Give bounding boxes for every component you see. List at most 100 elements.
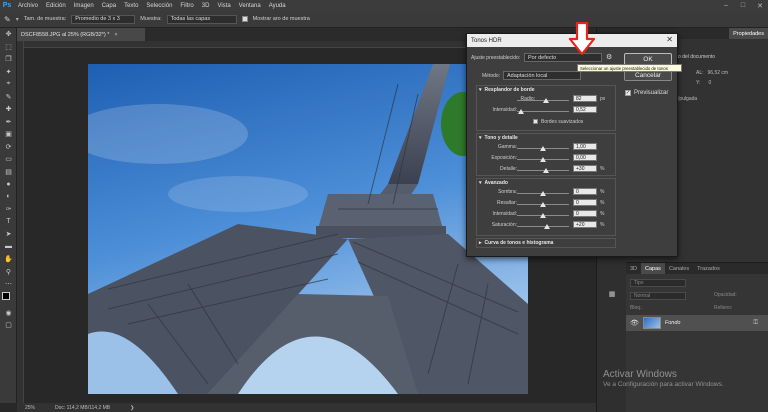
strength-input[interactable]: 0,52 bbox=[573, 106, 597, 113]
layer-filter-input[interactable]: Tipo bbox=[630, 279, 686, 287]
blend-mode-select[interactable]: Normal bbox=[630, 292, 686, 300]
highlight-label-text: Resaltar: bbox=[496, 200, 517, 206]
highlight-input[interactable]: 0 bbox=[573, 199, 597, 206]
lasso-tool-icon[interactable]: ❐ bbox=[0, 53, 17, 66]
detail-input[interactable]: +30 bbox=[573, 165, 597, 172]
dodge-tool-icon[interactable]: ◐ bbox=[0, 191, 17, 204]
saturation-slider-knob[interactable] bbox=[544, 224, 551, 229]
strength-slider-knob[interactable] bbox=[518, 109, 525, 114]
menu-capa[interactable]: Capa bbox=[98, 3, 120, 9]
show-ring-label: Mostrar aro de muestra bbox=[252, 16, 310, 22]
screen-mode-icon[interactable]: ▢ bbox=[0, 319, 17, 332]
menu-ventana[interactable]: Ventana bbox=[235, 3, 265, 9]
tool-preset-dropdown[interactable]: ▾ bbox=[16, 16, 19, 23]
maximize-icon[interactable]: □ bbox=[735, 0, 751, 11]
vibrance-label-text: Intensidad: bbox=[492, 211, 517, 217]
method-select[interactable]: Adaptación local bbox=[503, 71, 581, 80]
eyedropper-tool-icon[interactable]: ✎ bbox=[4, 15, 11, 24]
detail-unit: % bbox=[600, 166, 605, 172]
foreground-color-swatch[interactable] bbox=[2, 291, 10, 300]
photoshop-logo: Ps bbox=[2, 2, 12, 9]
radius-slider-knob[interactable] bbox=[542, 98, 549, 103]
exposure-slider-knob[interactable] bbox=[540, 157, 546, 162]
detail-label-text: Detalle: bbox=[500, 166, 517, 172]
strength-slider[interactable] bbox=[517, 111, 569, 112]
dialog-close-icon[interactable]: ✕ bbox=[666, 35, 673, 44]
saturation-slider[interactable] bbox=[517, 226, 569, 227]
vibrance-input[interactable]: 0 bbox=[573, 210, 597, 217]
tone-detail-header[interactable]: ▾ Tono y detalle bbox=[479, 135, 518, 141]
curve-header[interactable]: ▸ Curva de tonos e histograma bbox=[479, 240, 553, 246]
zoom-level[interactable]: 25% bbox=[25, 405, 35, 411]
tab-properties[interactable]: Propiedades bbox=[729, 28, 768, 39]
tab-3d[interactable]: 3D bbox=[626, 263, 641, 274]
layer-row-background[interactable]: 👁 Fondo ⚿ bbox=[626, 315, 768, 331]
radius-input[interactable]: 82 bbox=[573, 95, 597, 102]
preview-checkbox[interactable]: ✓ bbox=[625, 90, 631, 96]
stamp-tool-icon[interactable]: ▣ bbox=[0, 128, 17, 141]
exposure-label-text: Exposición: bbox=[491, 155, 517, 161]
advanced-header[interactable]: ▾ Avanzado bbox=[479, 180, 508, 186]
menu-filtro[interactable]: Filtro bbox=[176, 3, 197, 9]
marquee-tool-icon[interactable]: ⬚ bbox=[0, 41, 17, 54]
highlight-slider-knob[interactable] bbox=[540, 202, 546, 207]
zoom-tool-icon[interactable]: ⚲ bbox=[0, 266, 17, 279]
shadow-input[interactable]: 0 bbox=[573, 188, 597, 195]
smooth-edges-checkbox[interactable] bbox=[533, 119, 538, 124]
tab-paths[interactable]: Trazados bbox=[693, 263, 724, 274]
red-arrow-annotation-icon bbox=[568, 22, 596, 56]
eiffel-tower-photo[interactable] bbox=[88, 64, 528, 394]
tab-layers[interactable]: Capas bbox=[641, 263, 665, 274]
brush-tool-icon[interactable]: ✒ bbox=[0, 116, 17, 129]
blur-tool-icon[interactable]: ● bbox=[0, 178, 17, 191]
menu-vista[interactable]: Vista bbox=[213, 3, 234, 9]
crop-tool-icon[interactable]: ⌖ bbox=[0, 78, 17, 91]
tone-detail-title: Tono y detalle bbox=[484, 135, 518, 141]
gradient-tool-icon[interactable]: ▤ bbox=[0, 166, 17, 179]
healing-tool-icon[interactable]: ✚ bbox=[0, 103, 17, 116]
sample-select[interactable]: Todas las capas bbox=[166, 14, 237, 24]
layer-name[interactable]: Fondo bbox=[665, 320, 681, 326]
detail-value: +30 bbox=[576, 165, 585, 172]
menu-seleccion[interactable]: Selección bbox=[142, 3, 176, 9]
path-select-tool-icon[interactable]: ➤ bbox=[0, 228, 17, 241]
vibrance-slider-knob[interactable] bbox=[540, 213, 546, 218]
close-window-icon[interactable]: ✕ bbox=[752, 0, 768, 11]
pen-tool-icon[interactable]: ✑ bbox=[0, 203, 17, 216]
eyedropper-icon[interactable]: ✎ bbox=[0, 91, 17, 104]
quick-select-tool-icon[interactable]: ✦ bbox=[0, 66, 17, 79]
color-swatches[interactable] bbox=[0, 291, 16, 307]
eraser-tool-icon[interactable]: ▭ bbox=[0, 153, 17, 166]
tab-channels[interactable]: Canales bbox=[665, 263, 693, 274]
status-arrow-icon[interactable]: ❯ bbox=[130, 405, 134, 411]
document-tab[interactable]: DSCF8558.JPG al 25% (RGB/32*) * × bbox=[17, 28, 145, 41]
menu-texto[interactable]: Texto bbox=[120, 3, 142, 9]
layer-comps-icon[interactable]: ▦ bbox=[597, 288, 627, 301]
doc-size-info[interactable]: Doc: 114,2 MB/114,2 MB bbox=[55, 405, 110, 411]
shadow-slider-knob[interactable] bbox=[540, 191, 546, 196]
menu-edicion[interactable]: Edición bbox=[42, 3, 70, 9]
gamma-input[interactable]: 1,00 bbox=[573, 143, 597, 150]
show-ring-checkbox[interactable] bbox=[241, 16, 248, 22]
history-brush-icon[interactable]: ⟳ bbox=[0, 141, 17, 154]
preset-options-gear-icon[interactable]: ⚙ bbox=[606, 53, 612, 61]
hand-tool-icon[interactable]: ✋ bbox=[0, 253, 17, 266]
type-tool-icon[interactable]: T bbox=[0, 216, 17, 229]
menu-ayuda[interactable]: Ayuda bbox=[265, 3, 290, 9]
edit-toolbar-icon[interactable]: ⋯ bbox=[0, 278, 17, 291]
shape-tool-icon[interactable]: ▬ bbox=[0, 241, 17, 254]
menu-archivo[interactable]: Archivo bbox=[14, 3, 42, 9]
saturation-input[interactable]: +20 bbox=[573, 221, 597, 228]
gamma-slider-knob[interactable] bbox=[540, 146, 546, 151]
minimize-icon[interactable]: – bbox=[718, 0, 734, 11]
quick-mask-icon[interactable]: ◉ bbox=[0, 307, 17, 320]
detail-slider-knob[interactable] bbox=[543, 168, 550, 173]
menu-imagen[interactable]: Imagen bbox=[70, 3, 98, 9]
edge-glow-header[interactable]: ▾ Resplandor de borde bbox=[479, 87, 535, 93]
exposure-input[interactable]: 0,00 bbox=[573, 154, 597, 161]
visibility-eye-icon[interactable]: 👁 bbox=[630, 319, 639, 327]
close-tab-icon[interactable]: × bbox=[114, 32, 117, 38]
menu-3d[interactable]: 3D bbox=[198, 3, 214, 9]
sample-size-select[interactable]: Promedio de 3 x 3 bbox=[71, 14, 136, 24]
move-tool-icon[interactable]: ✥ bbox=[0, 28, 17, 41]
